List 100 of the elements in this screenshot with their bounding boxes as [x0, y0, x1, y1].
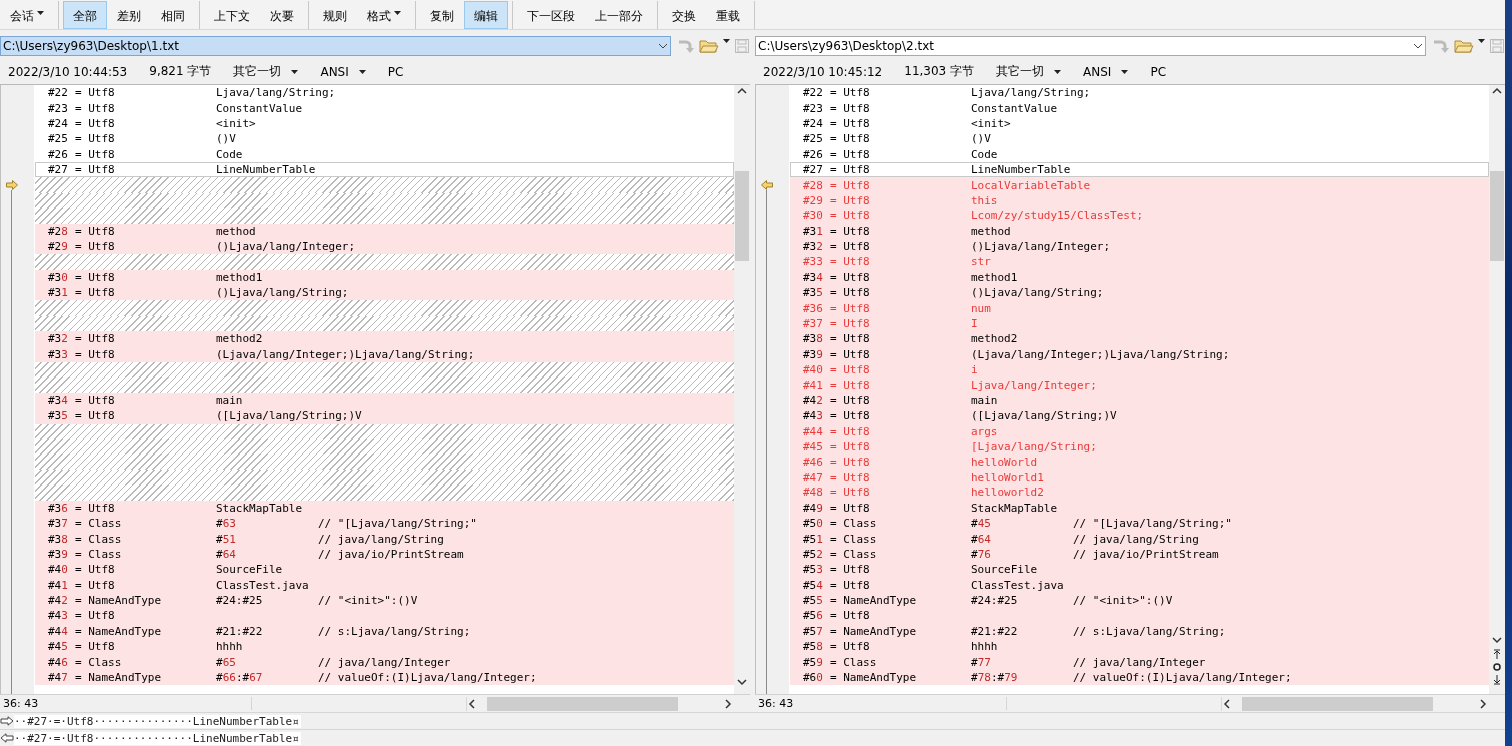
constant-index: #45: [48, 640, 69, 654]
scrollbar-thumb[interactable]: [1490, 171, 1504, 261]
scrollbar-thumb[interactable]: [487, 696, 678, 711]
constant-value: Ljava/lang/String;: [971, 86, 1091, 100]
toolbar-button[interactable]: 交换: [662, 1, 706, 29]
constant-value: args: [971, 424, 999, 438]
constant-index: #35: [48, 409, 69, 423]
dropdown-caret-icon[interactable]: [37, 11, 44, 15]
dropdown-caret-icon[interactable]: [394, 11, 401, 15]
constant-index: #36: [48, 501, 69, 515]
constant-type: = Utf8: [75, 132, 116, 146]
constant-index: #29: [803, 193, 824, 207]
comment-text: // s:Ljava/lang/String;: [318, 624, 471, 638]
constant-index: #60: [803, 671, 824, 685]
constant-index: #30: [803, 209, 824, 223]
constant-value: i: [971, 363, 979, 377]
toolbar-button[interactable]: 差别: [107, 1, 151, 29]
toolbar-button[interactable]: 上一部分: [585, 1, 653, 29]
constant-value: LineNumberTable: [971, 163, 1072, 177]
constant-index: #33: [48, 347, 69, 361]
toolbar-button[interactable]: 下一区段: [517, 1, 585, 29]
constant-value: Ljava/lang/String;: [216, 86, 336, 100]
constant-type: = Utf8: [75, 578, 116, 592]
constant-type: = Utf8: [830, 440, 871, 454]
constant-value: StackMapTable: [971, 501, 1059, 515]
toolbar-button[interactable]: 次要: [260, 1, 304, 29]
scroll-right-icon[interactable]: [723, 698, 733, 709]
constant-index: #37: [48, 517, 69, 531]
cursor-position: 36: 43: [755, 697, 1007, 710]
up-arrow-icon[interactable]: [1492, 646, 1502, 660]
constant-value: #21:#22: [971, 624, 1019, 638]
constant-index: #22: [803, 86, 824, 100]
toolbar-button[interactable]: 上下文: [204, 1, 260, 29]
toolbar-button[interactable]: 格式: [357, 1, 411, 29]
dropdown-caret-icon[interactable]: [1478, 38, 1485, 43]
scrollbar-thumb[interactable]: [1242, 696, 1433, 711]
filter-dropdown[interactable]: 其它一切: [233, 63, 282, 80]
constant-type: = Utf8: [830, 455, 871, 469]
constant-value: method: [216, 224, 257, 238]
file-path-field[interactable]: C:\Users\zy963\Desktop\1.txt: [0, 35, 671, 56]
dropdown-caret-icon[interactable]: [1054, 69, 1062, 74]
constant-value: [Ljava/lang/String;: [971, 440, 1097, 454]
horizontal-scrollbar[interactable]: [1222, 696, 1488, 711]
constant-index: #34: [48, 394, 69, 407]
scrollbar-thumb[interactable]: [735, 171, 749, 261]
scroll-down-icon[interactable]: [1492, 634, 1502, 646]
file-path-field[interactable]: C:\Users\zy963\Desktop\2.txt: [755, 35, 1426, 56]
constant-index: #26: [803, 147, 824, 161]
toolbar-button[interactable]: 会话: [0, 1, 54, 29]
constant-value: hhhh: [971, 640, 999, 654]
filter-dropdown[interactable]: 其它一切: [996, 63, 1045, 80]
circle-icon[interactable]: [1492, 660, 1502, 674]
toolbar-button[interactable]: 全部: [63, 1, 107, 29]
constant-value: ()V: [971, 132, 992, 146]
constant-type: = Utf8: [830, 363, 871, 377]
scroll-down-icon[interactable]: [737, 676, 747, 688]
constant-index: #28: [48, 224, 69, 238]
toolbar-button[interactable]: 规则: [313, 1, 357, 29]
constant-type: = Utf8: [830, 255, 871, 269]
scroll-left-icon[interactable]: [467, 698, 477, 709]
constant-value: main: [971, 394, 999, 407]
constant-index: #23: [803, 101, 824, 115]
constant-index: #31: [48, 286, 69, 300]
constant-index: #58: [803, 640, 824, 654]
dropdown-caret-icon[interactable]: [358, 69, 366, 74]
constant-index: #40: [803, 363, 824, 377]
toolbar-button[interactable]: 编辑: [464, 1, 508, 29]
encoding-dropdown[interactable]: ANSI: [320, 64, 349, 79]
constant-index: #52: [803, 547, 824, 561]
line-ending-label[interactable]: PC: [387, 64, 404, 79]
constant-value: ConstantValue: [971, 101, 1059, 115]
constant-type: = Utf8: [75, 163, 116, 177]
dropdown-caret-icon[interactable]: [1121, 69, 1129, 74]
constant-index: #38: [48, 532, 69, 546]
toolbar-button[interactable]: 重载: [706, 1, 750, 29]
constant-index: #47: [48, 671, 69, 685]
down-arrow-icon[interactable]: [1492, 674, 1502, 688]
constant-type: = Utf8: [75, 394, 116, 407]
constant-value: method2: [216, 332, 264, 346]
constant-index: #25: [803, 132, 824, 146]
comment-text: // java/lang/Integer: [1073, 655, 1206, 669]
encoding-dropdown[interactable]: ANSI: [1083, 64, 1112, 79]
constant-index: #54: [803, 578, 824, 592]
horizontal-scrollbar[interactable]: [467, 696, 733, 711]
toolbar-button[interactable]: 相同: [151, 1, 195, 29]
comment-text: // java/lang/String: [318, 532, 444, 546]
constant-index: #24: [803, 116, 824, 130]
constant-value: main: [216, 394, 244, 407]
line-ending-label[interactable]: PC: [1150, 64, 1167, 79]
dropdown-caret-icon[interactable]: [723, 38, 730, 43]
constant-type: = Utf8: [830, 409, 871, 423]
constant-index: #44: [48, 624, 69, 638]
constant-value: this: [971, 193, 999, 207]
constant-index: #41: [803, 378, 824, 392]
dropdown-caret-icon[interactable]: [291, 69, 299, 74]
toolbar-button[interactable]: 复制: [420, 1, 464, 29]
scroll-left-icon[interactable]: [1222, 698, 1232, 709]
scroll-right-icon[interactable]: [1478, 698, 1488, 709]
constant-value: SourceFile: [216, 563, 284, 577]
constant-index: #36: [803, 301, 824, 315]
